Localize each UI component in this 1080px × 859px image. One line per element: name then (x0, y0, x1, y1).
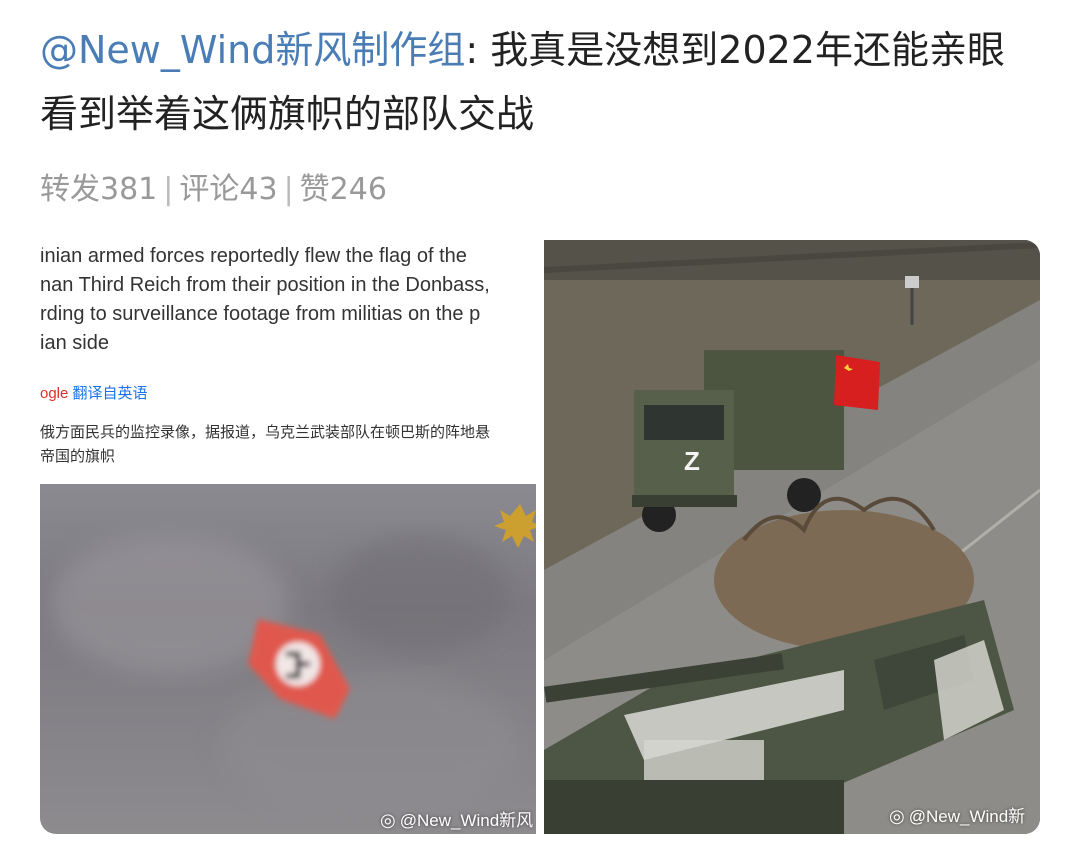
vehicle-mark: Z (684, 446, 700, 476)
left-image[interactable]: inian armed forces reportedly flew the f… (40, 240, 536, 834)
translate-label: 翻译自英语 (72, 385, 148, 402)
stats-divider: | (163, 172, 174, 207)
repost-count[interactable]: 转发381 (40, 172, 157, 207)
google-logo: ogle (40, 385, 69, 402)
weibo-watermark: ◎ @New_Wind新风 (380, 806, 533, 831)
like-count[interactable]: 赞246 (300, 172, 387, 207)
comment-count[interactable]: 评论43 (179, 172, 277, 207)
image-grid: inian armed forces reportedly flew the f… (40, 240, 1040, 834)
red-flag (834, 355, 880, 410)
watermark-text: @New_Wind新 (908, 807, 1026, 826)
username-link[interactable]: @New_Wind新风制作组 (40, 28, 465, 72)
translate-row: ogle 翻译自英语 (40, 382, 148, 403)
post-separator: : (465, 28, 491, 72)
convoy-photo-art: Z (544, 240, 1040, 834)
weibo-icon: ◎ (889, 806, 905, 826)
article-english-text: inian armed forces reportedly flew the f… (40, 245, 490, 354)
surveillance-photo (40, 484, 536, 834)
article-chinese-text: 俄方面民兵的监控录像，据报道，乌克兰武装部队在顿巴斯的阵地悬 帝国的旗帜 (40, 423, 491, 465)
right-image[interactable]: Z ◎ @New_Wind新 (544, 240, 1040, 834)
post-stats: 转发381 | 评论43 | 赞246 (40, 168, 387, 212)
surveillance-photo-art (50, 504, 536, 814)
watermark-text: @New_Wind新风 (399, 811, 534, 830)
weibo-icon: ◎ (380, 810, 396, 830)
stats-divider: | (283, 172, 294, 207)
post-text: @New_Wind新风制作组: 我真是没想到2022年还能亲眼看到举着这俩旗帜的… (40, 18, 1040, 146)
logo-emblem (494, 504, 536, 548)
weibo-watermark-right: ◎ @New_Wind新 (889, 802, 1025, 827)
